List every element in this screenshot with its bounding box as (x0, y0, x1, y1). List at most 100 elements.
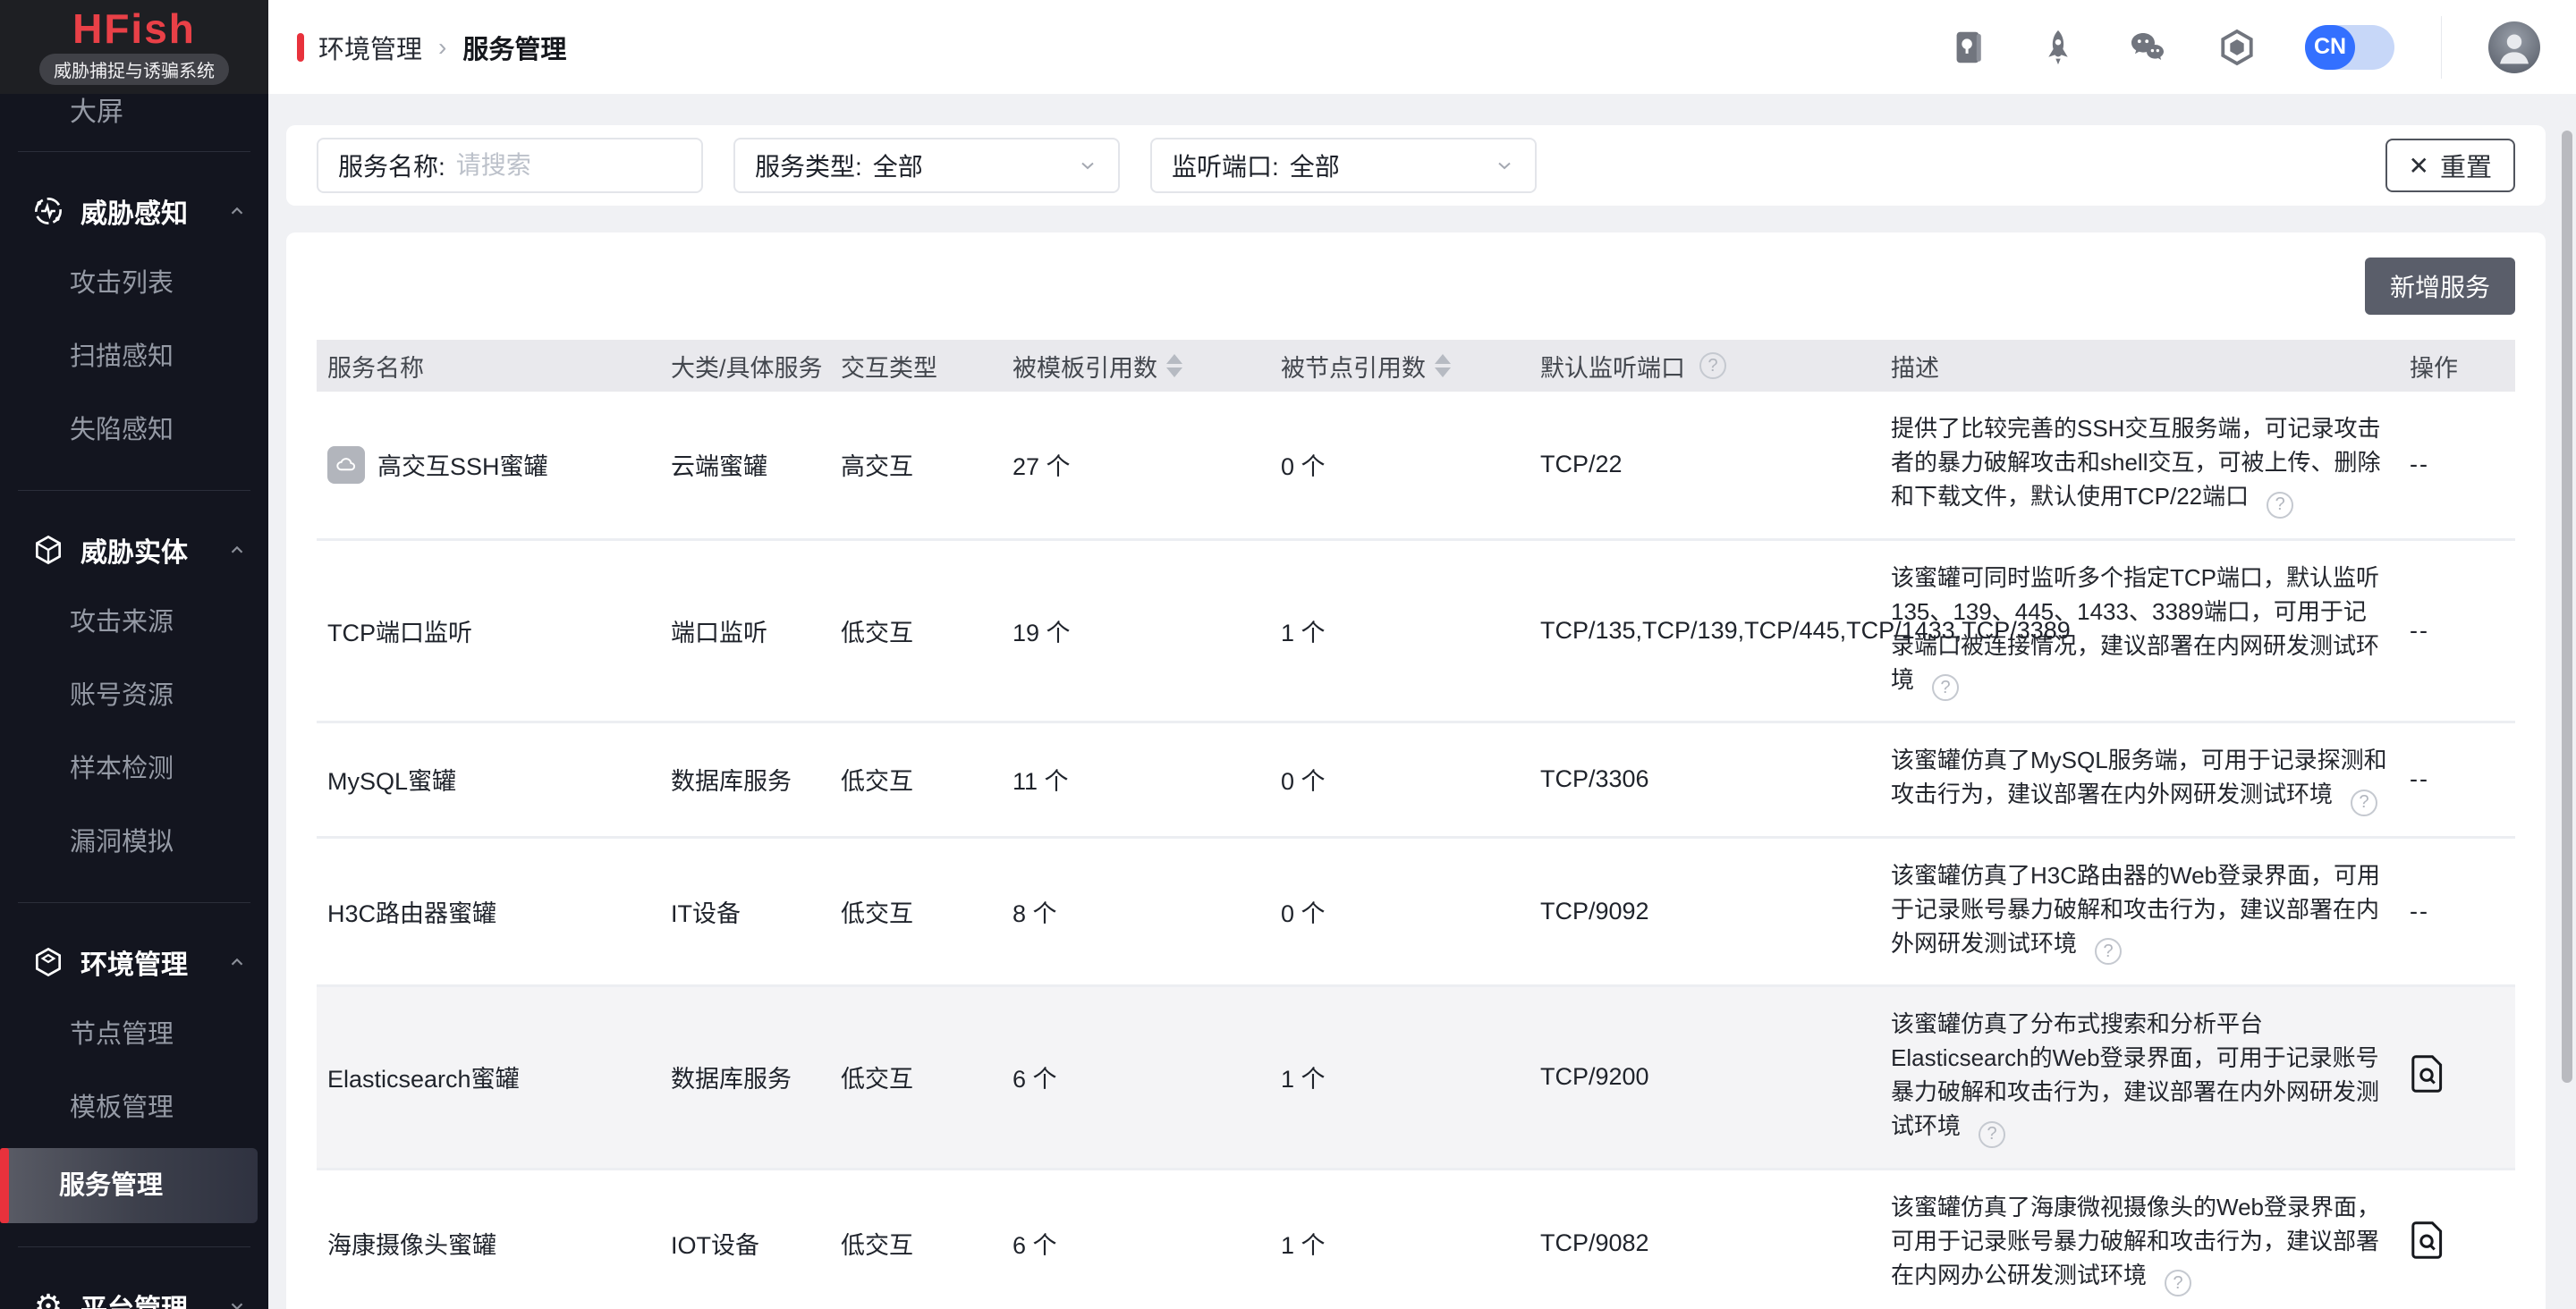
sidebar-group-threat-sense[interactable]: 威胁感知 (0, 175, 268, 247)
node-ref-count: 1 个 (1270, 1169, 1530, 1309)
chevron-up-icon (227, 201, 247, 221)
breadcrumb-section[interactable]: 环境管理 (318, 29, 422, 66)
help-icon[interactable]: ? (1932, 674, 1959, 701)
listen-port-select[interactable]: 监听端口: 全部 (1150, 138, 1537, 193)
service-type-select[interactable]: 服务类型: 全部 (733, 138, 1120, 193)
service-desc: 该蜜罐仿真了分布式搜索和分析平台Elasticsearch的Web登录界面，可用… (1891, 1010, 2379, 1139)
brand-tagline: 威胁捕捉与诱骗系统 (39, 54, 229, 85)
table-row: Elasticsearch蜜罐 数据库服务 低交互 6 个 1 个 TCP/92… (317, 986, 2515, 1170)
node-ref-count: 1 个 (1270, 986, 1530, 1170)
default-ports: TCP/9200 (1530, 986, 1880, 1170)
sort-toggle[interactable] (1166, 354, 1182, 377)
breadcrumb-accent-bar (297, 33, 304, 62)
sidebar-item-sample-detect[interactable]: 样本检测 (0, 732, 268, 806)
sidebar-item-attack-list[interactable]: 攻击列表 (0, 247, 268, 320)
node-ref-count: 0 个 (1270, 722, 1530, 838)
help-icon[interactable]: ? (1979, 1121, 2005, 1148)
language-toggle[interactable]: CN (2305, 25, 2394, 70)
divider (18, 151, 250, 152)
service-name-input[interactable] (456, 151, 662, 180)
col-description: 描述 (1880, 340, 2399, 392)
radar-pulse-icon (30, 193, 66, 229)
divider (2441, 16, 2442, 79)
col-default-ports: 默认监听端口? (1530, 340, 1880, 392)
col-node-refs: 被节点引用数 (1270, 340, 1530, 392)
scrollbar-thumb[interactable] (2562, 131, 2572, 1083)
table-row: 海康摄像头蜜罐 IOT设备 低交互 6 个 1 个 TCP/9082 该蜜罐仿真… (317, 1169, 2515, 1309)
service-name: MySQL蜜罐 (317, 722, 660, 838)
help-icon[interactable]: ? (2351, 790, 2377, 816)
service-name: Elasticsearch蜜罐 (317, 986, 660, 1170)
sidebar-item-compromise-sense[interactable]: 失陷感知 (0, 393, 268, 467)
sidebar-item-account-resource[interactable]: 账号资源 (0, 659, 268, 732)
gears-icon: ⚙ (30, 1288, 66, 1309)
sidebar-item-service-mgmt[interactable]: 服务管理 (0, 1148, 258, 1223)
divider (18, 490, 250, 491)
sidebar-group-threat-entity[interactable]: 威胁实体 (0, 514, 268, 586)
node-ref-count: 1 个 (1270, 539, 1530, 722)
sidebar-item-attack-source[interactable]: 攻击来源 (0, 586, 268, 659)
default-ports: TCP/9082 (1530, 1169, 1880, 1309)
help-icon[interactable]: ? (2165, 1270, 2191, 1296)
default-ports: TCP/22 (1530, 392, 1880, 539)
sidebar-item-scan-sense[interactable]: 扫描感知 (0, 320, 268, 393)
cube-icon (30, 532, 66, 568)
sidebar-group-label: 威胁感知 (80, 191, 227, 231)
interaction-type: 低交互 (830, 539, 1002, 722)
sidebar-group-label: 威胁实体 (80, 530, 227, 570)
service-table-card: 新增服务 服务名称 大类/具体服务 交互类型 被模板引用数 被节点引用数 默认监… (286, 232, 2546, 1309)
table-header-row: 服务名称 大类/具体服务 交互类型 被模板引用数 被节点引用数 默认监听端口? … (317, 340, 2515, 392)
service-desc: 该蜜罐仿真了H3C路由器的Web登录界面，可用于记录账号暴力破解和攻击行为，建议… (1891, 862, 2380, 957)
sidebar-item-dashboard[interactable]: 大屏 (0, 81, 268, 128)
add-service-button[interactable]: 新增服务 (2365, 258, 2515, 315)
default-ports: TCP/3306 (1530, 722, 1880, 838)
rocket-icon[interactable] (2037, 26, 2080, 69)
no-action-placeholder: -- (2410, 898, 2429, 925)
preview-file-icon[interactable] (2410, 1220, 2445, 1260)
service-type-value: 全部 (873, 148, 1077, 183)
service-desc: 该蜜罐仿真了海康微视摄像头的Web登录界面，可用于记录账号暴力破解和攻击行为，建… (1891, 1194, 2380, 1288)
reset-button[interactable]: ✕ 重置 (2385, 139, 2515, 192)
service-name: TCP端口监听 (317, 539, 660, 722)
template-ref-count: 6 个 (1002, 1169, 1270, 1309)
sort-toggle[interactable] (1435, 354, 1451, 377)
topbar: 环境管理 › 服务管理 CN (268, 0, 2576, 94)
sidebar-group-platform-mgmt[interactable]: ⚙ 平台管理 (0, 1271, 268, 1309)
col-service-name: 服务名称 (317, 340, 660, 392)
filter-bar: 服务名称: 服务类型: 全部 监听端口: 全部 ✕ 重置 (286, 125, 2546, 206)
col-actions: 操作 (2399, 340, 2515, 392)
service-desc: 提供了比较完善的SSH交互服务端，可记录攻击者的暴力破解攻击和shell交互，可… (1891, 415, 2380, 510)
box-icon (30, 944, 66, 980)
listen-port-value: 全部 (1290, 148, 1494, 183)
brand-name: HFish (72, 9, 196, 48)
main-content: 服务名称: 服务类型: 全部 监听端口: 全部 ✕ 重置 新增服务 (268, 94, 2576, 1309)
node-ref-count: 0 个 (1270, 837, 1530, 986)
sidebar-item-node-mgmt[interactable]: 节点管理 (0, 998, 268, 1071)
preview-file-icon[interactable] (2410, 1054, 2445, 1094)
guide-book-icon[interactable] (1947, 26, 1990, 69)
sidebar-group-label: 平台管理 (80, 1287, 227, 1309)
wechat-icon[interactable] (2126, 26, 2169, 69)
service-name: 海康摄像头蜜罐 (317, 1169, 660, 1309)
interaction-type: 低交互 (830, 986, 1002, 1170)
no-action-placeholder: -- (2410, 451, 2429, 477)
avatar[interactable] (2488, 21, 2540, 73)
help-icon[interactable]: ? (1699, 352, 1726, 379)
interaction-type: 低交互 (830, 837, 1002, 986)
hexagon-shield-icon[interactable] (2216, 26, 2258, 69)
table-row: MySQL蜜罐 数据库服务 低交互 11 个 0 个 TCP/3306 该蜜罐仿… (317, 722, 2515, 838)
chevron-down-icon (1077, 155, 1098, 176)
help-icon[interactable]: ? (2095, 938, 2122, 965)
sidebar-group-label: 环境管理 (80, 942, 227, 982)
template-ref-count: 6 个 (1002, 986, 1270, 1170)
breadcrumb-separator: › (438, 33, 446, 62)
sidebar-item-vuln-sim[interactable]: 漏洞模拟 (0, 806, 268, 879)
template-ref-count: 19 个 (1002, 539, 1270, 722)
help-icon[interactable]: ? (2267, 492, 2293, 519)
sidebar-item-template-mgmt[interactable]: 模板管理 (0, 1071, 268, 1144)
sidebar-group-env-mgmt[interactable]: 环境管理 (0, 926, 268, 998)
breadcrumb: 环境管理 › 服务管理 (297, 29, 566, 66)
service-name-filter[interactable]: 服务名称: (317, 138, 703, 193)
service-desc: 该蜜罐可同时监听多个指定TCP端口，默认监听135、139、445、1433、3… (1891, 564, 2379, 693)
default-ports: TCP/135,TCP/139,TCP/445,TCP/1433,TCP/338… (1530, 539, 1880, 722)
